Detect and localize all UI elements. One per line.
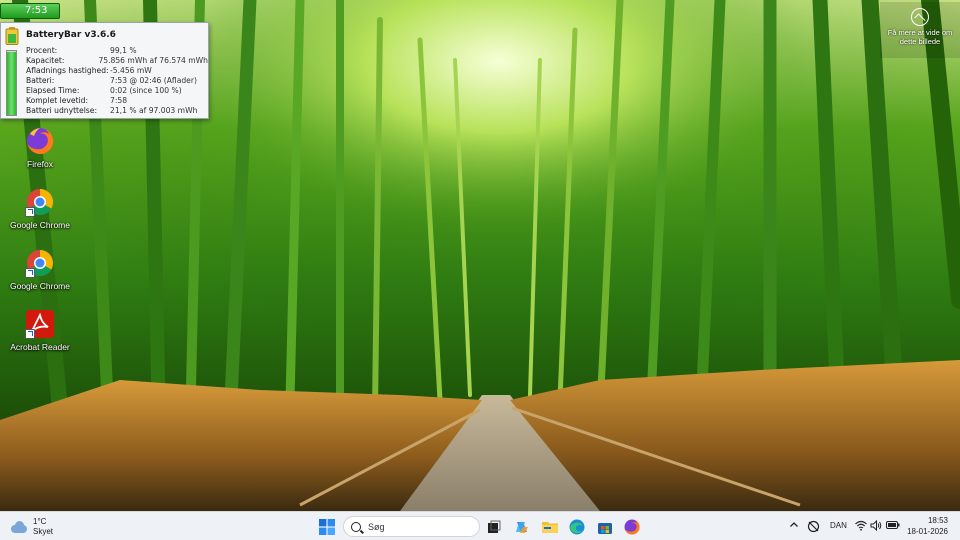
store-icon <box>598 523 612 534</box>
battery-stat-label: Batteri: <box>26 76 55 85</box>
desktop-icon-label: Google Chrome <box>9 281 70 291</box>
shortcut-arrow-icon <box>25 329 35 339</box>
clock-button[interactable]: 18:53 18-01-2026 <box>907 516 948 537</box>
battery-stat-value: 0:02 (since 100 %) <box>110 86 182 95</box>
desktop-icon-label: Acrobat Reader <box>10 342 70 352</box>
battery-stat-row: Batteri udnyttelse: 21,1 % af 97.003 mWh <box>26 106 208 116</box>
batterybar-popup: BatteryBar v3.6.6 Procent: 99,1 % Kapacite… <box>0 22 209 119</box>
weather-widget[interactable]: 1°C Skyet <box>10 516 53 538</box>
task-view-icon <box>488 520 501 533</box>
edge-button[interactable] <box>566 516 588 538</box>
battery-stat-row: Procent: 99,1 % <box>26 46 208 56</box>
desktop-icon-acrobat[interactable]: Acrobat Reader <box>3 309 77 352</box>
battery-stat-row: Komplet levetid: 7:58 <box>26 96 208 106</box>
battery-stat-label: Batteri udnyttelse: <box>26 106 97 115</box>
acrobat-icon <box>25 309 55 339</box>
desktop-icon-label: Firefox <box>27 159 53 169</box>
battery-stats-list: Procent: 99,1 % Kapacitet: 75.856 mWh af 76… <box>26 46 208 116</box>
battery-tray-button[interactable] <box>886 520 900 533</box>
wifi-icon <box>855 520 867 531</box>
speaker-icon <box>870 519 882 532</box>
chevron-up-icon <box>790 522 798 527</box>
search-placeholder: Søg <box>368 521 385 532</box>
copilot-button[interactable] <box>511 516 533 538</box>
battery-stat-value: 7:58 <box>110 96 128 105</box>
weather-temp: 1°C <box>33 517 47 526</box>
battery-icon <box>886 521 900 529</box>
battery-level-meter <box>6 50 17 116</box>
weather-condition: Skyet <box>33 527 54 536</box>
battery-stat-label: Afladnings hastighed: <box>26 66 109 75</box>
search-input[interactable]: Søg <box>343 516 480 537</box>
chrome-icon <box>25 187 55 217</box>
file-explorer-button[interactable] <box>539 516 561 538</box>
battery-stat-row: Kapacitet: 75.856 mWh af 76.574 mWh <box>26 56 208 66</box>
batterybar-tray-meter[interactable]: 7:53 <box>0 3 60 19</box>
volume-button[interactable] <box>870 519 882 533</box>
edge-icon <box>569 519 585 535</box>
taskbar: 1°C Skyet Søg DAN 18:53 18-01-2026 <box>0 511 960 540</box>
tray-app-button[interactable] <box>807 520 820 533</box>
shortcut-arrow-icon <box>25 268 35 278</box>
spotlight-learn-more[interactable]: Få mere at vide om dette billede <box>880 2 960 58</box>
battery-stat-label: Kapacitet: <box>26 56 65 65</box>
desktop-icon-label: Google Chrome <box>9 220 70 230</box>
firefox-icon <box>624 519 640 535</box>
language-indicator[interactable]: DAN <box>830 521 847 534</box>
battery-level-fill <box>7 51 16 115</box>
shortcut-arrow-icon <box>25 207 35 217</box>
copilot-icon <box>516 522 528 533</box>
no-sync-icon <box>807 520 820 533</box>
wifi-button[interactable] <box>855 520 867 533</box>
task-view-button[interactable] <box>483 516 505 538</box>
desktop-icon-firefox[interactable]: Firefox <box>3 126 77 169</box>
battery-stat-value: 75.856 mWh af 76.574 mWh <box>98 56 208 65</box>
show-hidden-icons-button[interactable] <box>789 520 799 533</box>
battery-stat-label: Elapsed Time: <box>26 86 80 95</box>
cloud-icon <box>10 521 28 533</box>
batterybar-title: BatteryBar v3.6.6 <box>26 30 116 40</box>
batterybar-tray-time: 7:53 <box>25 5 48 16</box>
battery-stat-value: 99,1 % <box>110 46 137 55</box>
firefox-icon <box>25 126 55 156</box>
spotlight-text-line1: Få mere at vide om <box>887 28 953 37</box>
battery-stat-label: Procent: <box>26 46 58 55</box>
store-button[interactable] <box>594 516 616 538</box>
start-button[interactable] <box>316 516 338 538</box>
desktop-icon-chrome-2[interactable]: Google Chrome <box>3 248 77 291</box>
file-explorer-icon <box>542 522 558 533</box>
battery-icon <box>5 27 19 45</box>
chrome-icon <box>25 248 55 278</box>
spotlight-text-line2: dette billede <box>899 37 941 46</box>
battery-stat-row: Batteri: 7:53 @ 02:46 (Aflader) <box>26 76 208 86</box>
start-icon <box>319 519 335 535</box>
firefox-taskbar-button[interactable] <box>621 516 643 538</box>
camera-location-icon <box>911 8 929 26</box>
clock-date: 18-01-2026 <box>907 526 948 536</box>
battery-stat-value: 21,1 % af 97.003 mWh <box>110 106 198 115</box>
battery-stat-value: 7:53 @ 02:46 (Aflader) <box>110 76 197 85</box>
search-icon <box>351 521 361 532</box>
battery-stat-row: Afladnings hastighed: -5.456 mW <box>26 66 208 76</box>
desktop-icon-chrome-1[interactable]: Google Chrome <box>3 187 77 230</box>
battery-stat-value: -5.456 mW <box>110 66 152 75</box>
clock-time: 18:53 <box>927 516 948 525</box>
battery-stat-row: Elapsed Time: 0:02 (since 100 %) <box>26 86 208 96</box>
battery-stat-label: Komplet levetid: <box>26 96 89 105</box>
